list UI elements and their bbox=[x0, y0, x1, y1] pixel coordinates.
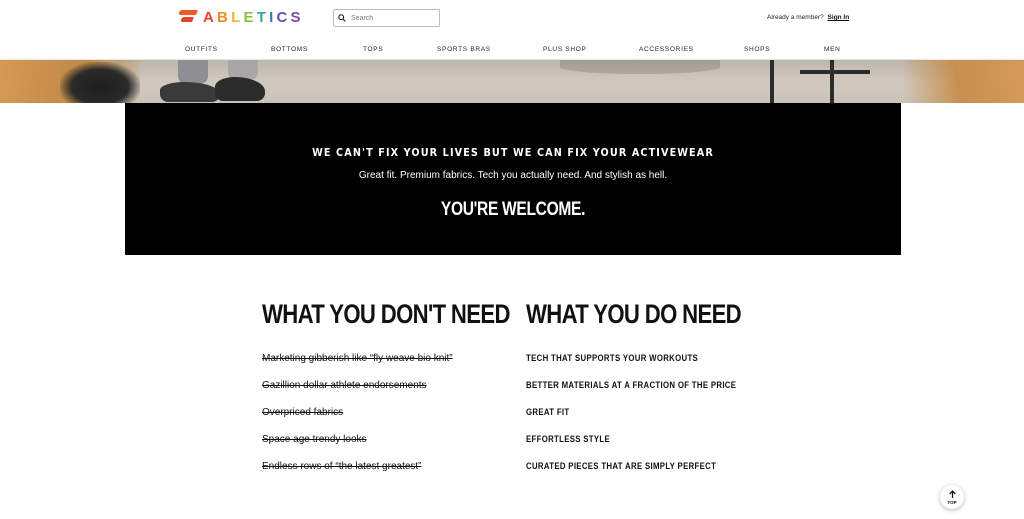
do-need-list: TECH THAT SUPPORTS YOUR WORKOUTS BETTER … bbox=[526, 353, 766, 488]
list-item: TECH THAT SUPPORTS YOUR WORKOUTS bbox=[526, 353, 699, 364]
search-input[interactable] bbox=[351, 14, 436, 22]
nav-item-shops[interactable]: SHOPS bbox=[744, 46, 770, 53]
nav-item-bottoms[interactable]: BOTTOMS bbox=[271, 46, 308, 53]
member-signin: Already a member? Sign In bbox=[767, 14, 849, 21]
nav-item-tops[interactable]: TOPS bbox=[363, 46, 383, 53]
list-item: CURATED PIECES THAT ARE SIMPLY PERFECT bbox=[526, 461, 717, 472]
dont-need-column: WHAT YOU DON'T NEED Marketing gibberish … bbox=[262, 299, 510, 488]
nav-item-accessories[interactable]: ACCESSORIES bbox=[639, 46, 694, 53]
hero-image bbox=[0, 60, 1024, 103]
nav-item-sports-bras[interactable]: SPORTS BRAS bbox=[437, 46, 491, 53]
list-item: GREAT FIT bbox=[526, 407, 570, 418]
list-item: EFFORTLESS STYLE bbox=[526, 434, 611, 445]
nav-item-outfits[interactable]: OUTFITS bbox=[185, 46, 218, 53]
dont-need-title: WHAT YOU DON'T NEED bbox=[262, 299, 510, 329]
list-item: Marketing gibberish like “fly weave bio … bbox=[262, 353, 453, 364]
back-to-top-button[interactable]: TOP bbox=[940, 485, 964, 509]
nav-item-men[interactable]: MEN bbox=[824, 46, 841, 53]
list-item: Gazillion dollar athlete endorsements bbox=[262, 380, 427, 391]
main-nav: OUTFITS BOTTOMS TOPS SPORTS BRAS PLUS SH… bbox=[0, 44, 1024, 58]
logo-wordmark: A B L E T I C S bbox=[203, 8, 304, 26]
site-header: A B L E T I C S Already a member? Sign I… bbox=[0, 0, 1024, 60]
do-need-column: WHAT YOU DO NEED TECH THAT SUPPORTS YOUR… bbox=[526, 299, 766, 488]
banner-subtext: Great fit. Premium fabrics. Tech you act… bbox=[358, 170, 668, 181]
sign-in-link[interactable]: Sign In bbox=[828, 14, 850, 21]
search-icon bbox=[338, 14, 346, 22]
banner-tagline: YOU'RE WELCOME. bbox=[440, 199, 586, 220]
arrow-up-icon bbox=[948, 489, 956, 498]
do-need-title: WHAT YOU DO NEED bbox=[526, 299, 742, 329]
list-item: Overpriced fabrics bbox=[262, 407, 344, 418]
list-item: Endless rows of “the latest greatest” bbox=[262, 461, 422, 472]
nav-item-plus-shop[interactable]: PLUS SHOP bbox=[543, 46, 587, 53]
list-item: Space age trendy looks bbox=[262, 434, 367, 445]
member-prompt: Already a member? bbox=[767, 14, 824, 21]
dont-need-list: Marketing gibberish like “fly weave bio … bbox=[262, 353, 502, 488]
search-box[interactable] bbox=[333, 9, 440, 27]
banner-headline: WE CAN'T FIX YOUR LIVES BUT WE CAN FIX Y… bbox=[312, 147, 714, 159]
fabletics-logo[interactable]: A B L E T I C S bbox=[178, 6, 304, 28]
list-item: BETTER MATERIALS AT A FRACTION OF THE PR… bbox=[526, 380, 737, 391]
logo-mark-icon bbox=[178, 8, 199, 26]
back-to-top-label: TOP bbox=[947, 499, 957, 505]
brand-banner: WE CAN'T FIX YOUR LIVES BUT WE CAN FIX Y… bbox=[125, 103, 901, 255]
